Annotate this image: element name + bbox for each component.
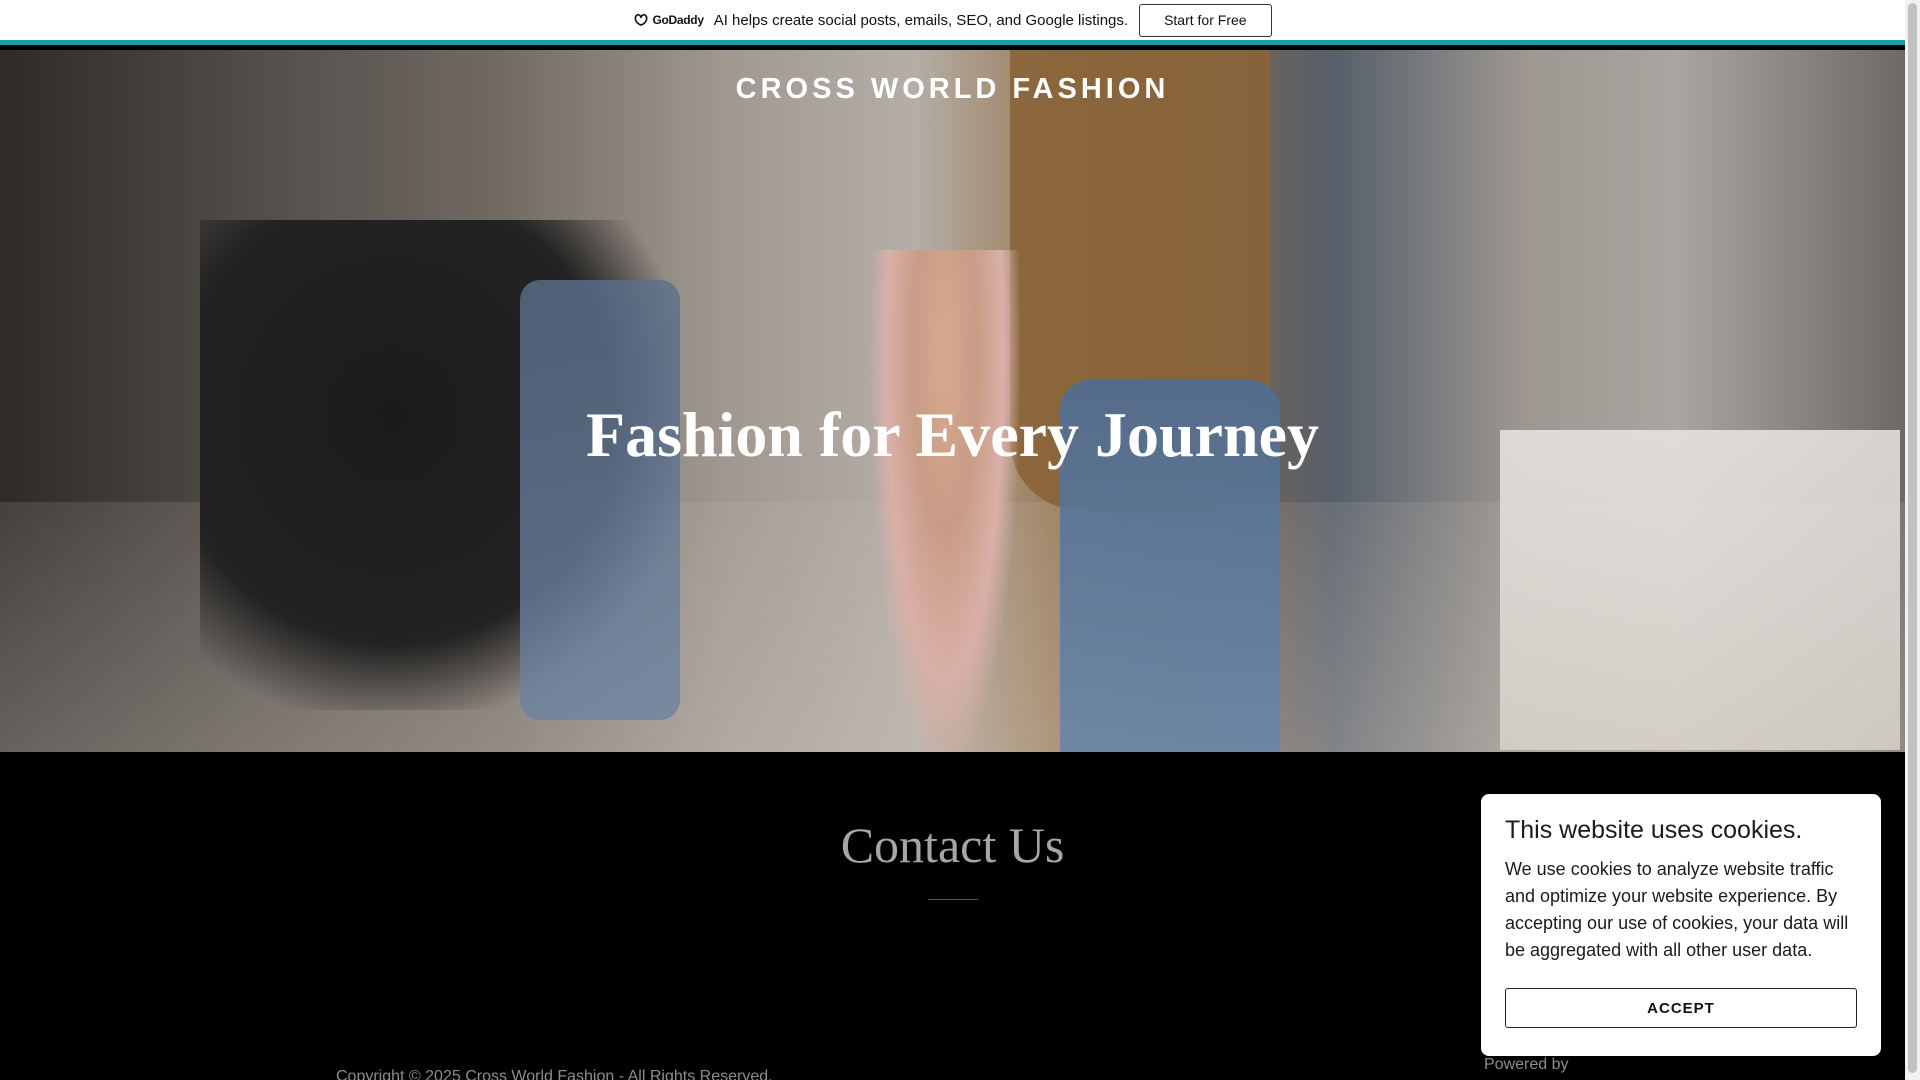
hero-photo-jeans [520, 280, 680, 720]
site-title[interactable]: CROSS WORLD FASHION [0, 73, 1905, 106]
copyright-text: Copyright © 2025 Cross World Fashion - A… [336, 1068, 773, 1080]
hero-photo-child [870, 250, 1020, 752]
scrollbar-thumb[interactable] [1908, 3, 1917, 1073]
cookie-title: This website uses cookies. [1505, 816, 1803, 844]
accept-cookies-button[interactable]: ACCEPT [1505, 988, 1857, 1028]
godaddy-logo[interactable]: GoDaddy [633, 13, 704, 27]
heading-divider [928, 899, 978, 900]
hero-headline: Fashion for Every Journey [585, 399, 1320, 470]
godaddy-icon [635, 13, 648, 26]
page-scrollbar[interactable] [1905, 0, 1920, 1080]
promo-banner: GoDaddy AI helps create social posts, em… [0, 0, 1905, 45]
godaddy-logo-text: GoDaddy [652, 13, 704, 27]
hero-photo-white-shirts [1500, 430, 1900, 750]
start-for-free-button[interactable]: Start for Free [1139, 3, 1272, 37]
powered-by-text: Powered by [1484, 1056, 1569, 1073]
cookie-consent-panel: This website uses cookies. We use cookie… [1481, 794, 1881, 1056]
cookie-body: We use cookies to analyze website traffi… [1505, 859, 1849, 960]
hero-section: CROSS WORLD FASHION Fashion for Every Jo… [0, 50, 1905, 752]
promo-message: AI helps create social posts, emails, SE… [713, 11, 1129, 29]
